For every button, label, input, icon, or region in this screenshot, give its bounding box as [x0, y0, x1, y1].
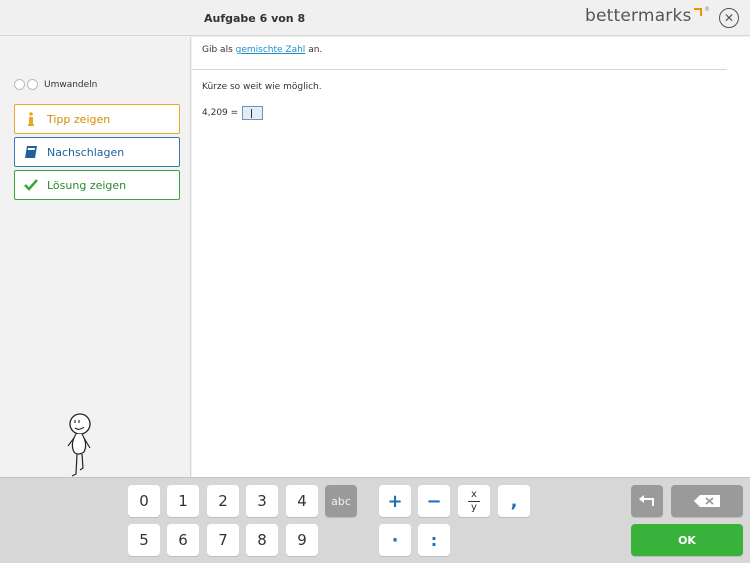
loesung-zeigen-button[interactable]: Lösung zeigen [14, 170, 180, 200]
backspace-key[interactable] [671, 485, 743, 517]
instruction-suffix: an. [308, 45, 323, 55]
task-instruction: Gib als gemischte Zahl an. [202, 45, 322, 55]
close-button[interactable]: ✕ [719, 8, 739, 28]
left-sidebar: Umwandeln Tipp zeigen Nachschlagen Lösun… [0, 37, 191, 477]
nachschlagen-label: Nachschlagen [47, 145, 125, 159]
key-7[interactable]: 7 [207, 524, 239, 556]
multiply-dot-key[interactable]: · [379, 524, 411, 556]
equation-left-side: 4,209 = [202, 108, 239, 118]
fraction-numerator: x [471, 488, 477, 500]
key-8[interactable]: 8 [246, 524, 278, 556]
fraction-icon: x y [468, 488, 480, 513]
key-0[interactable]: 0 [128, 485, 160, 517]
bettermarks-logo: bettermarks [585, 6, 692, 26]
toggle-label: Umwandeln [44, 79, 98, 90]
equation-row: 4,209 = [202, 106, 264, 120]
book-icon [15, 144, 47, 160]
fraction-key[interactable]: x y [458, 485, 490, 517]
plus-key[interactable]: + [379, 485, 411, 517]
answer-input[interactable] [242, 106, 264, 120]
comma-key[interactable]: , [498, 485, 530, 517]
key-3[interactable]: 3 [246, 485, 278, 517]
instruction-prefix: Gib als [202, 45, 233, 55]
key-4[interactable]: 4 [286, 485, 318, 517]
sub-instruction: Kürze so weit wie möglich. [202, 82, 322, 92]
loesung-zeigen-label: Lösung zeigen [47, 178, 127, 192]
abc-key[interactable]: abc [325, 485, 357, 517]
close-icon: ✕ [723, 11, 735, 25]
key-9[interactable]: 9 [286, 524, 318, 556]
toggle-dot-right [27, 79, 38, 90]
minus-key[interactable]: − [418, 485, 450, 517]
content-divider [192, 69, 727, 70]
stick-figure-mascot-icon [67, 413, 91, 477]
logo-registered: ® [704, 6, 710, 13]
task-content: Gib als gemischte Zahl an. Kürze so weit… [192, 37, 750, 477]
key-2[interactable]: 2 [207, 485, 239, 517]
header-bar: Aufgabe 6 von 8 bettermarks ® ✕ [0, 0, 750, 36]
key-6[interactable]: 6 [167, 524, 199, 556]
logo-mark-icon [694, 8, 702, 16]
ok-button[interactable]: OK [631, 524, 743, 556]
toggle-dot-left [14, 79, 25, 90]
key-5[interactable]: 5 [128, 524, 160, 556]
gemischte-zahl-link[interactable]: gemischte Zahl [236, 45, 306, 55]
math-keyboard: 0 1 2 3 4 abc 5 6 7 8 9 + − x y , · : OK [0, 477, 750, 563]
tipp-zeigen-label: Tipp zeigen [47, 112, 111, 126]
undo-icon [639, 495, 654, 506]
tipp-zeigen-button[interactable]: Tipp zeigen [14, 104, 180, 134]
info-icon [15, 112, 47, 126]
check-icon [15, 179, 47, 191]
backspace-icon [694, 495, 720, 507]
text-caret [251, 109, 253, 118]
divide-colon-key[interactable]: : [418, 524, 450, 556]
task-progress-title: Aufgabe 6 von 8 [204, 12, 306, 25]
key-1[interactable]: 1 [167, 485, 199, 517]
umwandeln-toggle[interactable]: Umwandeln [14, 79, 97, 90]
fraction-denominator: y [471, 501, 477, 513]
undo-key[interactable] [631, 485, 663, 517]
nachschlagen-button[interactable]: Nachschlagen [14, 137, 180, 167]
